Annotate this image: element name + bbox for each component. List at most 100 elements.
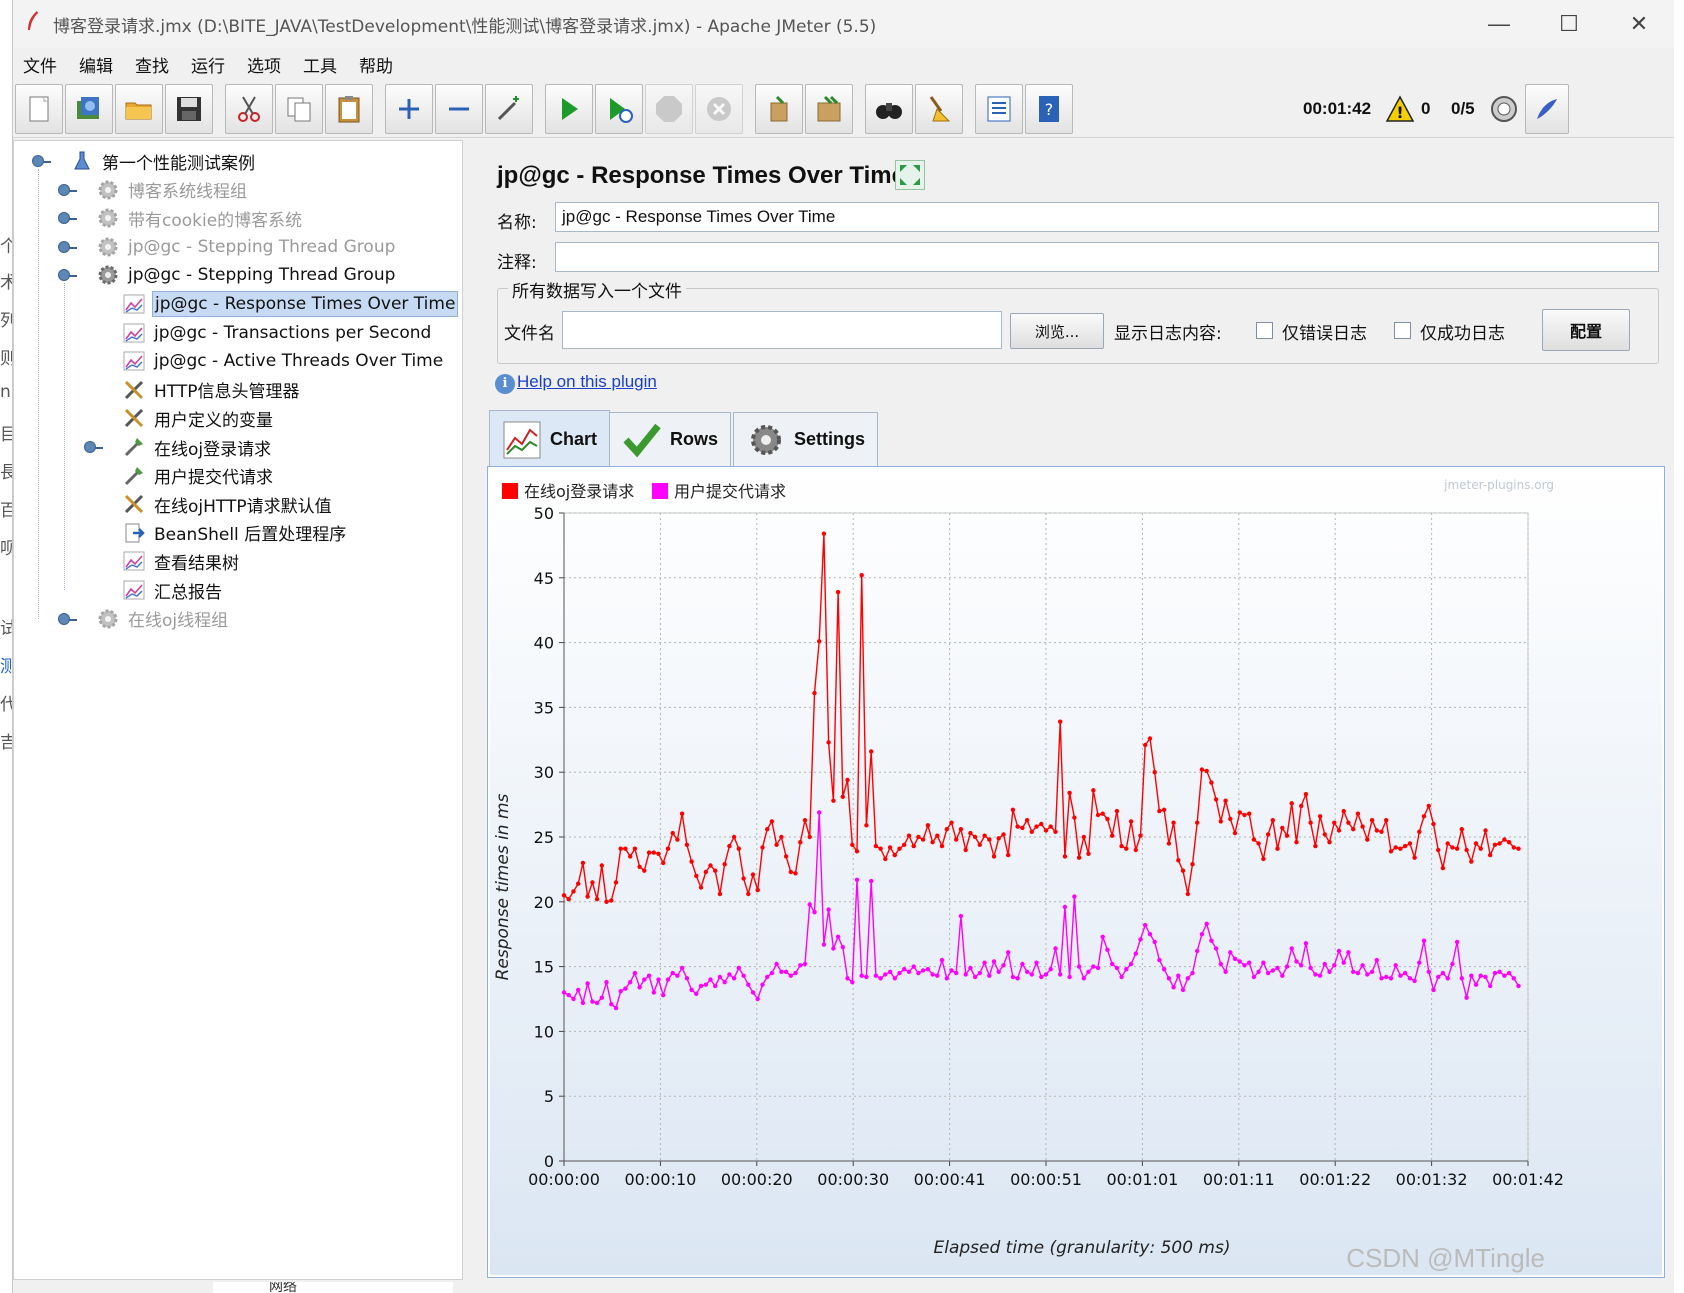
clear-all-button[interactable] (805, 84, 853, 134)
tree-node[interactable]: 用户定义的变量 (120, 404, 275, 432)
data-point (642, 977, 647, 982)
tree-node[interactable]: jp@gc - Stepping Thread Group (94, 233, 397, 261)
menu-tools[interactable]: 工具 (303, 52, 337, 77)
stop-button[interactable] (645, 84, 693, 134)
data-point (1110, 961, 1115, 967)
data-point (590, 999, 595, 1004)
data-point (1417, 960, 1422, 965)
menu-options[interactable]: 选项 (247, 52, 281, 77)
help-button[interactable]: ? (1025, 84, 1073, 134)
tree-node[interactable]: jp@gc - Response Times Over Time (120, 290, 459, 318)
data-point (991, 959, 997, 964)
filename-field[interactable] (562, 311, 1002, 349)
data-point (887, 969, 893, 974)
function-helper-button[interactable] (975, 84, 1023, 134)
browse-button[interactable]: 浏览... (1010, 313, 1104, 349)
tree-node[interactable]: 在线oj线程组 (94, 605, 230, 633)
errors-only-checkbox[interactable] (1256, 322, 1273, 339)
menu-file[interactable]: 文件 (23, 52, 57, 77)
elapsed-time: 00:01:42 (1303, 99, 1372, 118)
tree-node[interactable]: 在线ojHTTP请求默认值 (120, 490, 334, 518)
data-point (1072, 815, 1077, 820)
data-point (963, 847, 968, 853)
data-point (646, 973, 652, 978)
minimize-button[interactable]: — (1464, 0, 1534, 48)
data-point (1039, 821, 1044, 827)
data-point (703, 982, 708, 987)
copy-button[interactable] (275, 84, 323, 134)
open-button[interactable] (115, 84, 163, 134)
data-point (1412, 978, 1417, 984)
tree-node[interactable]: 第一个性能测试案例 (68, 147, 257, 175)
tree-node-label: jp@gc - Stepping Thread Group (128, 236, 396, 257)
cut-button[interactable] (225, 84, 273, 134)
clear-button[interactable] (755, 84, 803, 134)
data-point (802, 961, 808, 967)
comment-field[interactable] (555, 242, 1659, 272)
expand-all-button[interactable] (385, 84, 433, 134)
menu-help[interactable]: 帮助 (359, 52, 393, 77)
data-point (1185, 891, 1190, 897)
menu-run[interactable]: 运行 (191, 52, 225, 77)
start-no-pauses-button[interactable] (595, 84, 643, 134)
tree-node[interactable]: jp@gc - Active Threads Over Time (120, 347, 445, 375)
tree-expand-toggle[interactable] (32, 155, 51, 167)
tree-expand-toggle[interactable] (58, 240, 77, 253)
tree-node[interactable]: 在线oj登录请求 (120, 433, 273, 461)
maximize-button[interactable]: ☐ (1534, 0, 1604, 48)
jmeter-feather-icon (13, 10, 53, 38)
tree-node[interactable]: 带有cookie的博客系统 (94, 204, 304, 232)
help-on-plugin-link[interactable]: Help on this plugin (517, 372, 657, 392)
tab-chart[interactable]: Chart (489, 410, 611, 468)
data-point (911, 843, 916, 849)
data-point (694, 873, 699, 879)
toggle-button[interactable] (485, 84, 533, 134)
data-point (1024, 818, 1030, 823)
start-button[interactable] (545, 84, 593, 134)
close-button[interactable]: ✕ (1604, 0, 1674, 48)
data-point (996, 969, 1001, 974)
data-point (1001, 832, 1006, 837)
tree-node[interactable]: BeanShell 后置处理程序 (120, 519, 348, 547)
data-point (1431, 987, 1436, 993)
tree-node[interactable]: jp@gc - Stepping Thread Group (94, 261, 397, 289)
warning-icon[interactable]: ! (1385, 80, 1415, 138)
tree-node[interactable]: jp@gc - Transactions per Second (120, 319, 433, 347)
tree-expand-toggle[interactable] (58, 612, 77, 625)
tree-node[interactable]: HTTP信息头管理器 (120, 376, 302, 404)
data-point (1317, 814, 1323, 819)
shutdown-button[interactable] (695, 84, 743, 134)
tab-rows[interactable]: Rows (609, 412, 732, 466)
search-button[interactable] (865, 84, 913, 134)
log-viewer-button[interactable] (1525, 84, 1569, 134)
data-point (864, 974, 869, 980)
maximize-chart-icon[interactable] (895, 160, 925, 190)
tree-node[interactable]: 用户提交代请求 (120, 462, 275, 490)
tree-node[interactable]: 查看结果树 (120, 547, 241, 575)
tree-expand-toggle[interactable] (58, 269, 77, 282)
configure-button[interactable]: 配置 (1542, 309, 1630, 351)
collapse-all-button[interactable] (435, 84, 483, 134)
new-button[interactable] (15, 84, 63, 134)
menu-search[interactable]: 查找 (135, 52, 169, 77)
success-only-checkbox[interactable] (1394, 322, 1411, 339)
name-field[interactable]: jp@gc - Response Times Over Time (555, 202, 1659, 232)
paste-button[interactable] (325, 84, 373, 134)
data-point (812, 910, 817, 915)
tree-expand-toggle[interactable] (58, 212, 77, 225)
tree-node[interactable]: 博客系统线程组 (94, 176, 249, 204)
reset-search-button[interactable] (915, 84, 963, 134)
tab-settings[interactable]: Settings (733, 412, 879, 466)
data-point (1265, 832, 1271, 837)
tree-node[interactable]: 汇总报告 (120, 576, 224, 604)
tree-expand-toggle[interactable] (58, 183, 77, 196)
tree-expand-toggle[interactable] (84, 441, 103, 453)
data-point (1275, 846, 1280, 851)
data-point (883, 972, 888, 977)
graph-icon (120, 547, 148, 575)
data-point (925, 823, 931, 828)
save-button[interactable] (165, 84, 213, 134)
toggle-wand-icon (497, 96, 519, 121)
menu-edit[interactable]: 编辑 (79, 52, 113, 77)
templates-button[interactable] (65, 84, 113, 134)
